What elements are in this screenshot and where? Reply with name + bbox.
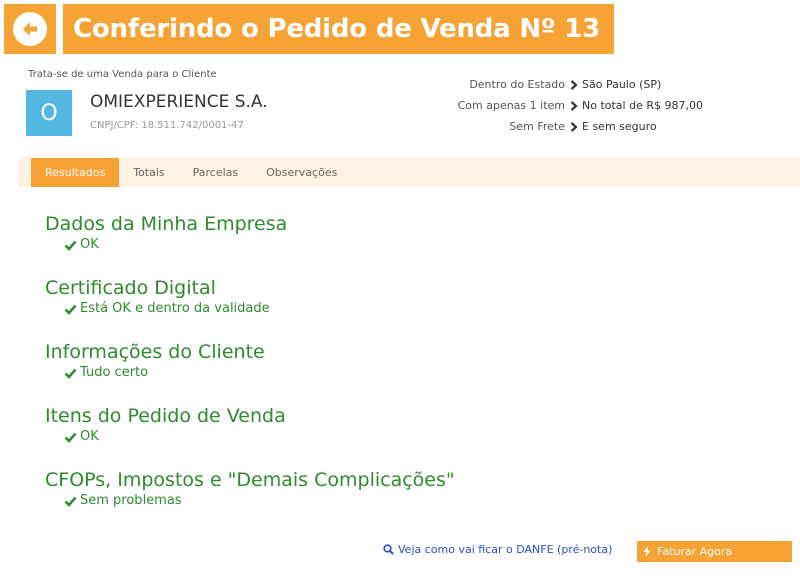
- order-summary: Dentro do Estado São Paulo (SP) Com apen…: [457, 74, 703, 137]
- result-item: Itens do Pedido de Venda OK: [45, 404, 455, 468]
- page-header: Conferindo o Pedido de Venda Nº 13: [4, 4, 615, 54]
- tab-observacoes[interactable]: Observações: [252, 158, 351, 187]
- result-title: Itens do Pedido de Venda: [45, 405, 286, 427]
- client-name: OMIEXPERIENCE S.A.: [90, 92, 268, 112]
- results-list: Dados da Minha Empresa OK Certificado Di…: [45, 212, 455, 532]
- page-title: Conferindo o Pedido de Venda Nº 13: [63, 4, 615, 54]
- summary-label: Dentro do Estado: [469, 78, 565, 91]
- summary-row: Sem Frete E sem seguro: [458, 116, 702, 137]
- result-item: Certificado Digital Está OK e dentro da …: [45, 276, 455, 340]
- chevron-right-icon: [570, 79, 578, 90]
- chevron-right-icon: [570, 121, 578, 132]
- summary-value: No total de R$ 987,00: [582, 99, 703, 112]
- client-intro-text: Trata-se de uma Venda para o Cliente: [28, 69, 217, 80]
- danfe-preview-label: Veja como vai ficar o DANFE (pré-nota): [398, 543, 613, 556]
- summary-label: Sem Frete: [509, 120, 565, 133]
- bolt-icon: [643, 546, 651, 557]
- result-item: CFOPs, Impostos e "Demais Complicações" …: [45, 468, 455, 532]
- check-icon: [64, 368, 77, 379]
- result-title: Certificado Digital: [45, 277, 216, 299]
- result-title: CFOPs, Impostos e "Demais Complicações": [45, 469, 455, 491]
- result-status: Sem problemas: [64, 492, 455, 510]
- check-icon: [64, 432, 77, 443]
- result-status-text: Está OK e dentro da validade: [80, 301, 270, 316]
- result-title: Informações do Cliente: [45, 341, 265, 363]
- search-icon: [383, 544, 394, 555]
- chevron-right-icon: [570, 100, 578, 111]
- result-item: Dados da Minha Empresa OK: [45, 212, 455, 276]
- danfe-preview-link[interactable]: Veja como vai ficar o DANFE (pré-nota): [383, 543, 612, 556]
- result-status: OK: [64, 236, 455, 254]
- result-status: OK: [64, 428, 455, 446]
- tab-parcelas[interactable]: Parcelas: [179, 158, 253, 187]
- summary-value: E sem seguro: [582, 120, 657, 133]
- arrow-left-icon: [13, 12, 47, 46]
- client-document: CNPJ/CPF: 18.511.742/0001-47: [90, 120, 244, 131]
- check-icon: [64, 496, 77, 507]
- result-status: Está OK e dentro da validade: [64, 300, 455, 318]
- tab-resultados[interactable]: Resultados: [31, 158, 120, 187]
- tab-totais[interactable]: Totais: [119, 158, 178, 187]
- client-avatar: O: [26, 90, 72, 136]
- result-status-text: Sem problemas: [80, 493, 182, 508]
- summary-value: São Paulo (SP): [582, 78, 662, 91]
- invoice-now-button[interactable]: Faturar Agora: [637, 541, 792, 562]
- summary-row: Com apenas 1 item No total de R$ 987,00: [457, 95, 703, 116]
- check-icon: [64, 304, 77, 315]
- result-status-text: OK: [80, 237, 99, 252]
- result-item: Informações do Cliente Tudo certo: [45, 340, 455, 404]
- result-status-text: OK: [80, 429, 99, 444]
- invoice-now-label: Faturar Agora: [657, 545, 733, 558]
- summary-label: Com apenas 1 item: [457, 99, 565, 112]
- back-button[interactable]: [4, 4, 56, 54]
- result-status-text: Tudo certo: [80, 365, 149, 380]
- check-icon: [64, 240, 77, 251]
- result-title: Dados da Minha Empresa: [45, 213, 288, 235]
- summary-row: Dentro do Estado São Paulo (SP): [458, 74, 702, 95]
- result-status: Tudo certo: [64, 364, 455, 382]
- tab-bar: Resultados Totais Parcelas Observações: [18, 158, 800, 187]
